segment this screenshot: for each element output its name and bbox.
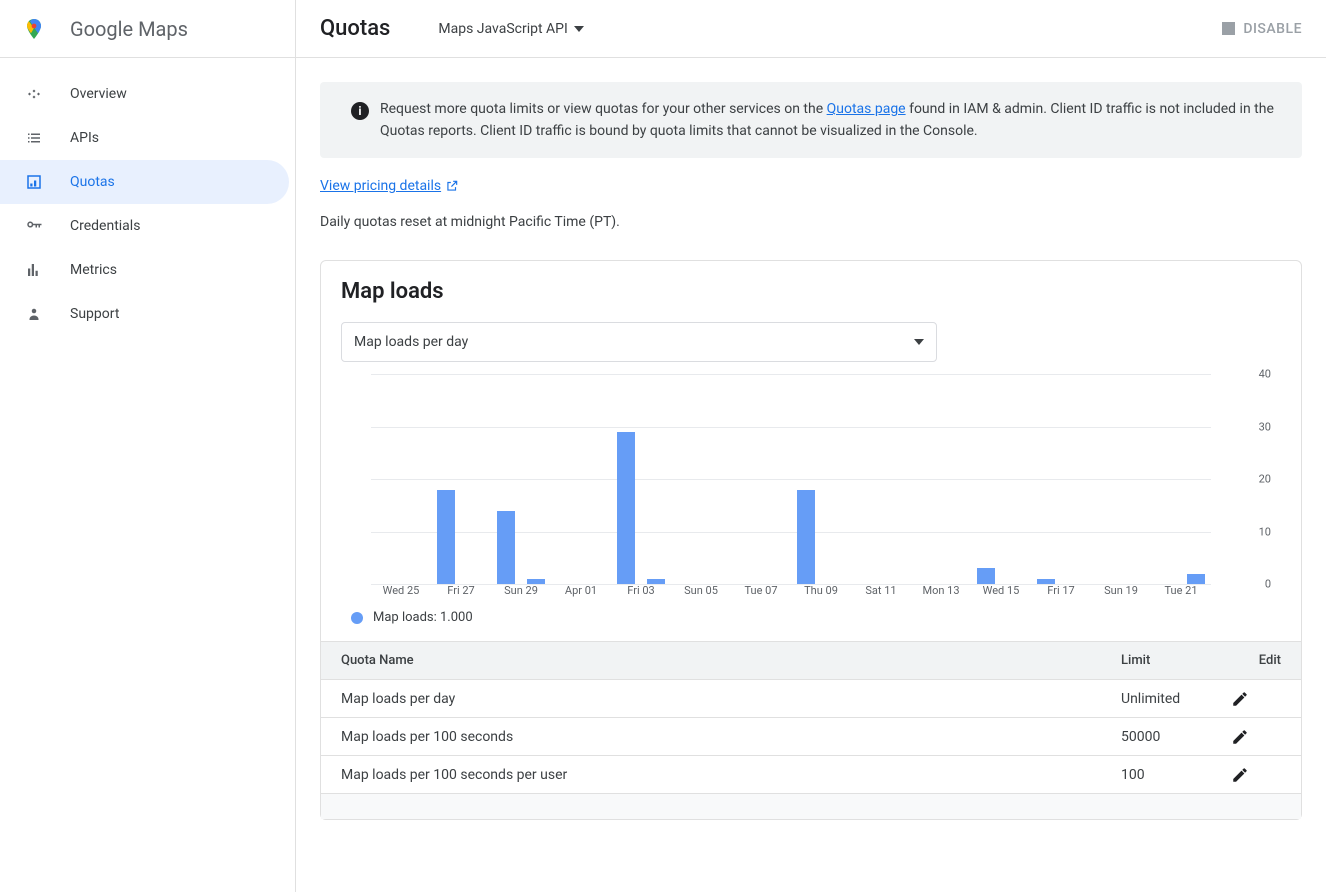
- col-header-edit: Edit: [1231, 653, 1281, 668]
- caret-down-icon: [574, 26, 584, 32]
- table-row: Map loads per 100 seconds50000: [321, 717, 1301, 755]
- edit-icon[interactable]: [1231, 766, 1281, 784]
- sidebar-item-credentials[interactable]: Credentials: [0, 204, 295, 248]
- card-title: Map loads: [321, 279, 1301, 304]
- quota-limit: Unlimited: [1121, 691, 1231, 707]
- legend-color-dot: [351, 612, 363, 624]
- chart-bar: [437, 490, 455, 585]
- x-tick-label: Wed 25: [371, 584, 431, 604]
- sidebar-item-label: Quotas: [70, 174, 115, 190]
- sidebar-header: Google Maps: [0, 0, 295, 58]
- api-icon: [22, 85, 46, 103]
- pricing-details-link[interactable]: View pricing details: [320, 178, 459, 194]
- page-title: Quotas: [320, 16, 390, 41]
- quota-name: Map loads per 100 seconds: [341, 729, 1121, 745]
- sidebar-nav: Overview APIs Quotas Credentials Metrics…: [0, 58, 295, 336]
- quota-table: Quota Name Limit Edit Map loads per dayU…: [321, 641, 1301, 819]
- y-tick-label: 20: [1259, 473, 1271, 486]
- person-icon: [22, 305, 46, 323]
- sidebar: Google Maps Overview APIs Quotas Credent…: [0, 0, 296, 892]
- quota-limit: 50000: [1121, 729, 1231, 745]
- api-selector[interactable]: Maps JavaScript API: [438, 21, 583, 37]
- sidebar-item-label: Metrics: [70, 262, 117, 278]
- map-loads-card: Map loads Map loads per day 0 10 20 30 40 We…: [320, 260, 1302, 820]
- google-maps-pin-icon: [22, 17, 46, 41]
- edit-icon[interactable]: [1231, 728, 1281, 746]
- y-tick-label: 10: [1259, 525, 1271, 538]
- sidebar-item-label: Overview: [70, 86, 127, 102]
- quota-limit: 100: [1121, 767, 1231, 783]
- x-tick-label: Apr 01: [551, 584, 611, 604]
- x-tick-label: Thu 09: [791, 584, 851, 604]
- sidebar-item-apis[interactable]: APIs: [0, 116, 295, 160]
- disable-label: DISABLE: [1243, 21, 1302, 37]
- product-title: Google Maps: [70, 17, 188, 41]
- key-icon: [22, 217, 46, 235]
- sidebar-item-overview[interactable]: Overview: [0, 72, 295, 116]
- table-header: Quota Name Limit Edit: [321, 641, 1301, 679]
- x-tick-label: Sun 29: [491, 584, 551, 604]
- quotas-page-link[interactable]: Quotas page: [827, 101, 906, 117]
- quota-name: Map loads per day: [341, 691, 1121, 707]
- y-tick-label: 0: [1265, 578, 1271, 591]
- x-tick-label: Fri 17: [1031, 584, 1091, 604]
- stop-icon: [1222, 22, 1235, 35]
- quota-name: Map loads per 100 seconds per user: [341, 767, 1121, 783]
- map-loads-chart: 010203040 Wed 25Fri 27Sun 29Apr 01Fri 03…: [371, 374, 1271, 604]
- legend-label: Map loads: 1.000: [373, 610, 473, 625]
- chart-bar: [1187, 574, 1205, 585]
- x-tick-label: Fri 27: [431, 584, 491, 604]
- info-banner: i Request more quota limits or view quot…: [320, 82, 1302, 158]
- sidebar-item-metrics[interactable]: Metrics: [0, 248, 295, 292]
- x-tick-label: Sun 19: [1091, 584, 1151, 604]
- sidebar-item-quotas[interactable]: Quotas: [0, 160, 289, 204]
- main-panel: Quotas Maps JavaScript API DISABLE i Req…: [296, 0, 1326, 892]
- chart-bar: [497, 511, 515, 585]
- x-tick-label: Sun 05: [671, 584, 731, 604]
- caret-down-icon: [914, 339, 924, 345]
- y-tick-label: 40: [1259, 368, 1271, 381]
- table-footer: [321, 793, 1301, 819]
- y-tick-label: 30: [1259, 420, 1271, 433]
- reset-note: Daily quotas reset at midnight Pacific T…: [320, 214, 1302, 230]
- edit-icon[interactable]: [1231, 690, 1281, 708]
- col-header-name: Quota Name: [341, 653, 1121, 668]
- external-link-icon: [445, 179, 459, 193]
- metric-selector-label: Map loads per day: [354, 334, 468, 350]
- col-header-limit: Limit: [1121, 653, 1231, 668]
- x-tick-label: Wed 15: [971, 584, 1031, 604]
- chart-bar: [797, 490, 815, 585]
- x-tick-label: Tue 21: [1151, 584, 1211, 604]
- x-tick-label: Sat 11: [851, 584, 911, 604]
- bar-chart-icon: [22, 261, 46, 279]
- sidebar-item-label: Credentials: [70, 218, 140, 234]
- main-header: Quotas Maps JavaScript API DISABLE: [296, 0, 1326, 58]
- disable-button[interactable]: DISABLE: [1222, 21, 1302, 37]
- sidebar-item-label: Support: [70, 306, 119, 322]
- chart-bar: [617, 432, 635, 584]
- x-tick-label: Fri 03: [611, 584, 671, 604]
- sidebar-item-label: APIs: [70, 130, 99, 146]
- x-tick-label: Tue 07: [731, 584, 791, 604]
- table-row: Map loads per 100 seconds per user100: [321, 755, 1301, 793]
- banner-text-before: Request more quota limits or view quotas…: [380, 101, 827, 117]
- list-icon: [22, 129, 46, 147]
- x-tick-label: Mon 13: [911, 584, 971, 604]
- table-row: Map loads per dayUnlimited: [321, 679, 1301, 717]
- info-icon: i: [340, 98, 380, 120]
- metric-selector[interactable]: Map loads per day: [341, 322, 937, 362]
- sidebar-item-support[interactable]: Support: [0, 292, 295, 336]
- api-selector-label: Maps JavaScript API: [438, 21, 567, 37]
- chart-legend: Map loads: 1.000: [321, 610, 1301, 641]
- chart-bar: [977, 568, 995, 584]
- quota-icon: [22, 173, 46, 191]
